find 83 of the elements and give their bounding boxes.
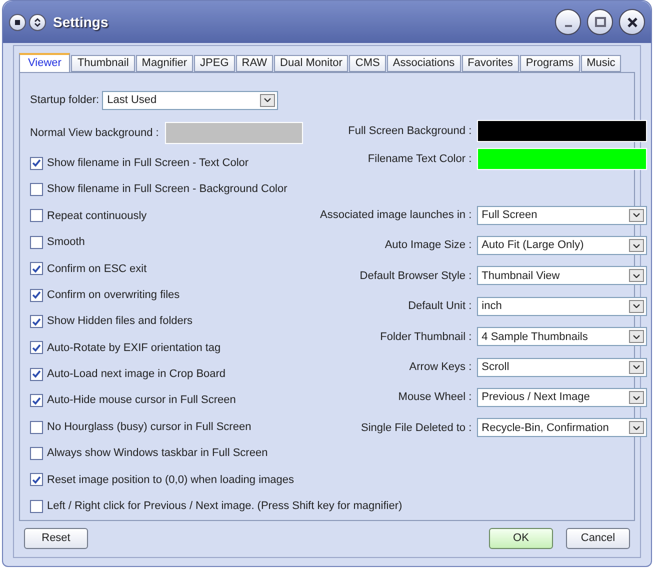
tab[interactable]: Viewer <box>19 53 70 72</box>
checkbox[interactable] <box>30 236 43 249</box>
field-label: Filename Text Color : <box>368 152 472 167</box>
caret-icon <box>632 244 640 248</box>
tab[interactable]: Dual Monitor <box>274 55 348 72</box>
field-label: Auto Image Size : <box>384 238 472 254</box>
checkbox-label: Auto-Rotate by EXIF orientation tag <box>47 340 221 356</box>
tab[interactable]: RAW <box>236 55 274 72</box>
chevrons-icon <box>34 18 41 26</box>
checkbox-label: Confirm on ESC exit <box>47 262 147 276</box>
checkbox[interactable] <box>30 262 43 276</box>
field-label: Associated image launches in : <box>320 208 472 223</box>
field-label: Normal View background : <box>30 126 159 141</box>
tab[interactable]: Associations <box>386 55 461 72</box>
window-title: Settings <box>53 12 108 32</box>
dropdown[interactable]: Previous / Next Image <box>476 388 647 408</box>
checkbox[interactable] <box>30 341 43 354</box>
caret-icon <box>632 274 640 278</box>
checkbox-label: Auto-Hide mouse cursor in Full Screen <box>47 393 236 408</box>
caret-icon <box>632 213 640 218</box>
checkbox-label: Auto-Load next image in Crop Board <box>47 367 226 382</box>
tab[interactable]: Programs <box>520 55 580 72</box>
dropdown[interactable]: inch <box>476 296 647 316</box>
close-icon <box>626 16 638 28</box>
checkbox-label: Left / Right click for Previous / Next image. (Press Shift key for magnifier) <box>47 499 402 514</box>
checkbox[interactable] <box>30 473 43 486</box>
close-button[interactable] <box>619 9 645 35</box>
checkbox-label: Show Hidden files and folders <box>47 314 193 330</box>
checkbox[interactable] <box>30 288 43 302</box>
dropdown[interactable]: 4 Sample Thumbnails <box>476 327 647 346</box>
dialog-button[interactable]: OK <box>489 528 553 549</box>
field-label: Full Screen Background : <box>348 124 472 139</box>
checkbox[interactable] <box>30 156 43 170</box>
tab[interactable]: Music <box>580 55 622 72</box>
maximize-button[interactable] <box>587 9 613 35</box>
checkbox[interactable] <box>30 368 43 381</box>
system-menu-button[interactable] <box>9 14 26 30</box>
tab[interactable]: Thumbnail <box>71 55 135 72</box>
checkbox-label: Confirm on overwriting files <box>47 288 180 303</box>
tab[interactable]: JPEG <box>194 55 235 72</box>
checkbox-label: No Hourglass (busy) cursor in Full Screen <box>47 420 252 435</box>
tab[interactable]: Favorites <box>462 55 519 72</box>
tab[interactable]: CMS <box>349 55 386 72</box>
field-label: Mouse Wheel : <box>398 390 472 406</box>
caret-icon <box>264 98 272 102</box>
field-label: Default Unit : <box>408 299 472 314</box>
checkbox[interactable] <box>30 183 43 196</box>
checkbox-label: Show filename in Full Screen - Text Color <box>47 156 249 171</box>
caret-icon <box>632 426 640 430</box>
dialog-button[interactable]: Reset <box>24 528 88 549</box>
color-swatch[interactable] <box>164 122 303 144</box>
checkbox[interactable] <box>30 315 43 328</box>
color-swatch[interactable] <box>476 148 647 170</box>
minimize-button[interactable] <box>555 9 581 35</box>
checkbox-label: Always show Windows taskbar in Full Screen <box>47 446 268 462</box>
dropdown[interactable]: Last Used <box>102 90 278 110</box>
caret-icon <box>632 304 640 308</box>
color-swatch[interactable] <box>476 120 647 142</box>
checkbox-label: Show filename in Full Screen - Background Color <box>47 182 288 198</box>
tab[interactable]: Magnifier <box>136 55 194 72</box>
checkbox[interactable] <box>30 420 43 434</box>
checkbox[interactable] <box>30 209 43 222</box>
dropdown[interactable]: Auto Fit (Large Only) <box>476 236 647 256</box>
dropdown[interactable]: Full Screen <box>476 206 647 225</box>
field-label: Startup folder: <box>30 92 100 108</box>
caret-icon <box>632 334 640 339</box>
caret-icon <box>632 396 640 400</box>
roll-up-button[interactable] <box>29 14 46 30</box>
field-label: Arrow Keys : <box>409 360 472 375</box>
checkbox[interactable] <box>30 500 43 513</box>
field-label: Default Browser Style : <box>360 268 472 284</box>
dropdown[interactable]: Scroll <box>476 358 647 377</box>
checkbox[interactable] <box>30 446 43 460</box>
field-label: Folder Thumbnail : <box>380 330 472 344</box>
checkbox[interactable] <box>30 394 43 408</box>
field-label: Single File Deleted to : <box>360 420 472 436</box>
checkbox-label: Smooth <box>47 235 85 250</box>
dropdown[interactable]: Recycle-Bin, Confirmation <box>476 418 647 438</box>
dialog-button[interactable]: Cancel <box>566 528 630 549</box>
caret-icon <box>632 365 640 370</box>
checkbox-label: Repeat continuously <box>47 208 147 224</box>
dropdown[interactable]: Thumbnail View <box>476 266 647 286</box>
checkbox-label: Reset image position to (0,0) when loading images <box>47 472 294 488</box>
